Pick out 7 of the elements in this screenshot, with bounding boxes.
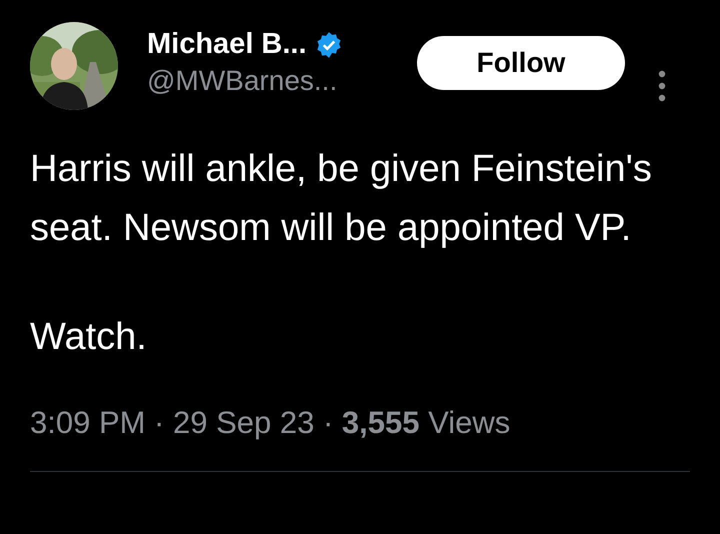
tweet-text: Watch. (30, 315, 148, 360)
tweet-meta: 3:09 PM · 29 Sep 23 · 3,555 Views (30, 405, 512, 441)
author-handle: @MWBarnes... (147, 65, 338, 97)
more-icon[interactable] (658, 70, 666, 102)
tweet-text: Harris will ankle, be given Feinstein's seat. Newsom will be appointed VP. (30, 147, 653, 251)
author-name: Michael B... (147, 28, 307, 61)
follow-button[interactable]: Follow (417, 36, 625, 90)
